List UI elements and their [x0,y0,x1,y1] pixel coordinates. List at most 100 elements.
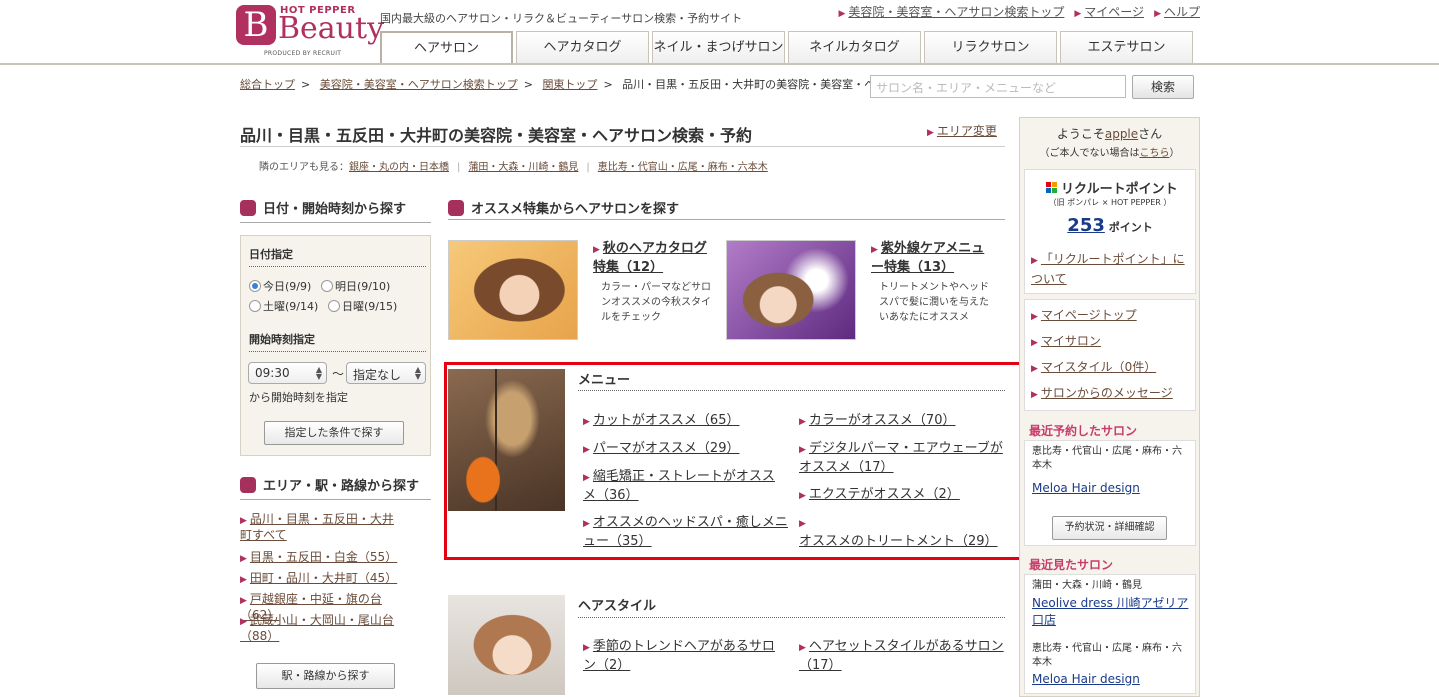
section-divider [240,499,431,500]
top-link-mypage[interactable]: ▶ マイページ [1074,3,1144,20]
feature-title-autumn[interactable]: ▶ 秋のヘアカタログ特集（12） [593,240,718,277]
top-link-search-top[interactable]: ▶ 美容院・美容室・ヘアサロン検索トップ [838,3,1064,20]
tab-nail-eyelash[interactable]: ネイル・まつげサロン [652,31,785,64]
bullet-icon [240,476,256,493]
date-label: 日付指定 [249,248,293,261]
reservation-details-button[interactable]: 予約状況・詳細確認 [1052,516,1167,540]
points-about-link[interactable]: ▶ 「リクルートポイント」について [1031,250,1191,288]
mypage-link-style[interactable]: ▶ マイスタイル（0件） [1031,358,1156,378]
menu-link-straight[interactable]: ▶ 縮毛矯正・ストレートがオススメ（36） [583,468,783,505]
dotted-divider [578,390,1005,391]
mypage-link-messages[interactable]: ▶ サロンからのメッセージ [1031,384,1173,404]
menu-link-cut[interactable]: ▶ カットがオススメ（65） [583,412,783,431]
neighbor-link[interactable]: 蒲田・大森・川崎・鶴見 [468,162,578,173]
time-note: から開始時刻を指定 [249,391,348,404]
points-old-note: （旧 ポンパレ × HOT PEPPER ） [1048,198,1172,207]
dotted-divider [249,351,426,352]
logo-main-text: Beauty [278,11,385,46]
tab-hair-catalog[interactable]: ヘアカタログ [516,31,649,64]
neighbor-link[interactable]: 恵比寿・代官山・広尾・麻布・六本木 [598,162,768,173]
area-item[interactable]: ▶ 武蔵小山・大岡山・尾山台（88） [240,613,410,643]
page-title: 品川・目黒・五反田・大井町の美容院・美容室・ヘアサロン検索・予約 [240,126,753,145]
neighbor-label: 隣のエリアも見る： [259,162,349,173]
welcome-text: ようこそappleさん [1056,127,1163,141]
points-display: 253 ポイント [1067,215,1153,236]
menu-link-color[interactable]: ▶ カラーがオススメ（70） [799,412,1004,431]
date-radio-saturday[interactable]: 土曜(9/14) [249,298,318,314]
feature-section-heading: オススメ特集からヘアサロンを探す [448,198,679,217]
hotpepper-beauty-logo[interactable]: B HOT PEPPER Beauty PRODUCED BY RECRUIT [236,5,384,57]
breadcrumb-link[interactable]: 総合トップ [240,78,295,91]
menu-link-headspa[interactable]: ▶ オススメのヘッドスパ・癒しメニュー（35） [583,514,789,551]
neighbor-link[interactable]: 銀座・丸の内・日本橋 [349,162,449,173]
top-link-help[interactable]: ▶ ヘルプ [1154,3,1200,20]
uv-care-image[interactable] [726,240,856,340]
hairstyle-heading: ヘアスタイル [578,599,657,614]
end-time-select[interactable]: 指定なし ▲ ▼ [346,362,426,384]
arrow-icon: ▶ [838,9,846,19]
date-radio-tomorrow[interactable]: 明日(9/10) [321,278,390,294]
section-divider [240,222,431,223]
autumn-catalog-image[interactable] [448,240,578,340]
date-search-button[interactable]: 指定した条件で探す [264,421,404,445]
area-item[interactable]: ▶ 田町・品川・大井町（45） [240,571,400,587]
tilde: 〜 [332,367,345,381]
site-tagline: 国内最大級のヘアサロン・リラク＆ビューティーサロン検索・予約サイト [380,12,743,25]
start-time-select[interactable]: 09:30 ▲ ▼ [248,362,327,384]
menu-link-treatment[interactable]: ▶オススメのトリートメント（29） [799,514,1004,551]
user-link[interactable]: apple [1105,127,1138,141]
menu-heading: メニュー [578,373,631,388]
feature-desc-uv: トリートメントやヘッドスパで髪に潤いを与えたいあなたにオススメ [879,282,989,323]
date-search-box: 日付指定 今日(9/9) 明日(9/10) 土曜(9/14) 日曜(9/15) … [240,235,431,456]
hairstyle-link-trend[interactable]: ▶ 季節のトレンドヘアがあるサロン（2） [583,638,783,675]
viewed-salon-link[interactable]: Neolive dress 川崎アゼリア口店 [1032,595,1192,629]
area-item[interactable]: ▶ 品川・目黒・五反田・大井町すべて [240,512,400,542]
hairstyle-link-set[interactable]: ▶ ヘアセットスタイルがあるサロン（17） [799,638,1004,675]
breadcrumb: 総合トップ > 美容院・美容室・ヘアサロン検索トップ > 関東トップ > 品川・目黒・… [240,78,920,91]
area-item[interactable]: ▶ 目黒・五反田・白金（55） [240,550,400,566]
viewed-salon-link[interactable]: Meloa Hair design [1032,672,1140,686]
dotted-divider [249,266,426,267]
mypage-link-salon[interactable]: ▶ マイサロン [1031,332,1101,352]
station-search-button[interactable]: 駅・路線から探す [256,663,395,689]
menu-link-perm[interactable]: ▶ パーマがオススメ（29） [583,440,783,459]
search-input[interactable]: サロン名・エリア・メニューなど [870,75,1126,98]
not-you-text: （ご本人でない場合はこちら） [1039,148,1180,159]
tab-nail-catalog[interactable]: ネイルカタログ [788,31,921,64]
top-links: ▶ 美容院・美容室・ヘアサロン検索トップ ▶ マイページ ▶ ヘルプ [838,3,1200,20]
points-title: リクルートポイント [1046,178,1178,197]
recent-reserved-heading: 最近予約したサロン [1029,424,1138,438]
tab-esthe-salon[interactable]: エステサロン [1060,31,1193,64]
title-divider [240,146,1005,147]
nav-divider [0,63,1439,65]
feature-desc-autumn: カラー・パーマなどサロンオススメの今秋スタイルをチェック [601,282,711,323]
date-radio-today[interactable]: 今日(9/9) [249,278,311,294]
tab-hair-salon[interactable]: ヘアサロン [380,31,513,65]
reserved-salon-link[interactable]: Meloa Hair design [1032,481,1140,495]
area-change-link[interactable]: ▶ エリア変更 [927,122,997,139]
logo-sub-text: PRODUCED BY RECRUIT [264,50,342,57]
search-button[interactable]: 検索 [1132,75,1194,99]
date-radio-sunday[interactable]: 日曜(9/15) [328,298,397,314]
menu-link-digital-perm[interactable]: ▶ デジタルパーマ・エアウェーブがオススメ（17） [799,440,1004,477]
feature-title-uv[interactable]: ▶ 紫外線ケアメニュー特集（13） [871,240,996,277]
viewed-salon-area: 蒲田・大森・川崎・鶴見 [1032,580,1142,591]
area-section-heading: エリア・駅・路線から探す [240,475,419,494]
breadcrumb-link[interactable]: 関東トップ [542,78,597,91]
mypage-link-top[interactable]: ▶ マイページトップ [1031,306,1137,326]
main-nav-tabs: ヘアサロン ヘアカタログ ネイル・まつげサロン ネイルカタログ リラクサロン エ… [380,31,1193,65]
viewed-salon-area: 恵比寿・代官山・広尾・麻布・六本木 [1032,643,1182,668]
hairstyle-image [448,595,565,695]
date-section-heading: 日付・開始時刻から探す [240,198,406,217]
bullet-icon [240,199,256,216]
section-divider [448,219,1005,220]
reserved-salon-area: 恵比寿・代官山・広尾・麻布・六本木 [1032,446,1182,471]
arrow-icon: ▶ [927,128,934,138]
tab-relax-salon[interactable]: リラクサロン [924,31,1057,64]
points-value[interactable]: 253 [1067,215,1105,236]
menu-link-extension[interactable]: ▶ エクステがオススメ（2） [799,486,1004,505]
not-you-link[interactable]: こちら [1140,148,1170,159]
logo-mark: B [236,5,276,45]
breadcrumb-link[interactable]: 美容院・美容室・ヘアサロン検索トップ [320,78,518,91]
arrow-icon: ▶ [1074,9,1082,19]
